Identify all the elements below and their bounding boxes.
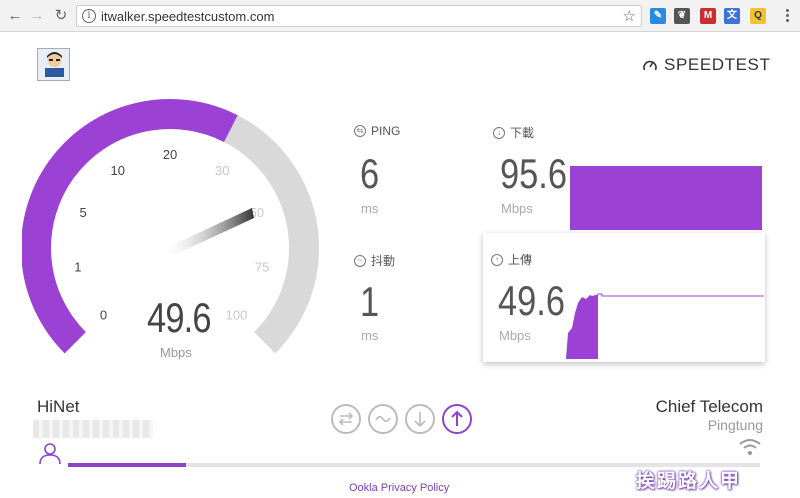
watermark: 挨踢路人甲: [636, 471, 742, 492]
bookmark-star-icon[interactable]: ☆: [623, 7, 636, 25]
gauge-tick-label: 1: [74, 259, 81, 274]
brand-title: SPEEDTEST: [664, 55, 771, 74]
ping-label-text: PING: [371, 124, 401, 138]
back-icon[interactable]: ←: [6, 7, 24, 25]
download-label: ↓ 下載: [493, 124, 534, 141]
browser-toolbar: ← → ↻ i itwalker.speedtestcustom.com ☆ ✎…: [0, 0, 800, 32]
wifi-icon: [739, 439, 761, 455]
ping-icon: ⇆: [354, 125, 366, 137]
jitter-unit: ms: [361, 328, 379, 343]
gauge-tick-label: 20: [163, 147, 177, 162]
ping-label: ⇆ PING: [354, 124, 400, 138]
extension-translate-icon[interactable]: 文: [724, 8, 740, 24]
step-ping-icon: [331, 404, 361, 434]
browser-menu-icon[interactable]: [784, 8, 790, 24]
test-progress-fill: [68, 463, 186, 467]
download-unit: Mbps: [501, 201, 533, 216]
extension-q-icon[interactable]: Q: [750, 8, 766, 24]
url-text: itwalker.speedtestcustom.com: [101, 9, 275, 24]
redacted-ip: [33, 420, 153, 438]
jitter-icon: ~: [354, 254, 366, 267]
info-icon[interactable]: i: [82, 9, 96, 23]
download-graph: [570, 166, 762, 230]
jitter-value: 1: [360, 278, 380, 325]
step-upload-icon: [442, 404, 472, 434]
download-label-text: 下載: [510, 126, 535, 140]
ping-value: 6: [360, 150, 380, 197]
jitter-label: ~ 抖動: [354, 252, 395, 269]
gauge-tick-label: 75: [255, 259, 269, 274]
gauge-unit: Mbps: [160, 345, 192, 360]
gauge-tick-label: 10: [111, 163, 125, 178]
download-arrow-icon: ↓: [493, 126, 505, 139]
user-icon: [39, 443, 61, 465]
ping-unit: ms: [361, 201, 379, 216]
gauge-needle: [166, 208, 254, 256]
step-jitter-icon: [368, 404, 398, 434]
upload-label: ↑ 上傳: [491, 251, 532, 268]
upload-label-text: 上傳: [508, 253, 533, 267]
site-logo: [37, 48, 70, 81]
address-bar[interactable]: i itwalker.speedtestcustom.com ☆: [76, 5, 642, 27]
privacy-policy-link[interactable]: Ookla Privacy Policy: [349, 482, 449, 494]
upload-graph: [566, 293, 764, 359]
download-value: 95.6: [500, 150, 568, 197]
server-name[interactable]: Chief Telecom: [656, 397, 763, 417]
isp-name: HiNet: [37, 397, 80, 416]
upload-value: 49.6: [498, 277, 566, 324]
extension-evernote-icon[interactable]: ❦: [674, 8, 690, 24]
upload-arrow-icon: ↑: [491, 253, 503, 266]
extension-edit-icon[interactable]: ✎: [650, 8, 666, 24]
reload-icon[interactable]: ↻: [52, 7, 70, 25]
jitter-label-text: 抖動: [371, 254, 396, 268]
gauge-tick-label: 5: [80, 205, 87, 220]
step-download-icon: [405, 404, 435, 434]
speedometer-icon: [643, 60, 657, 71]
test-steps: [330, 404, 474, 436]
gauge-tick-label: 0: [100, 307, 107, 322]
gauge-tick-label: 30: [215, 163, 229, 178]
upload-unit: Mbps: [499, 328, 531, 343]
extension-gmail-icon[interactable]: M: [700, 8, 716, 24]
gauge-value: 49.6: [147, 294, 212, 341]
gauge-tick-label: 100: [226, 307, 248, 322]
server-location: Pingtung: [707, 417, 763, 433]
forward-icon[interactable]: →: [28, 7, 46, 25]
